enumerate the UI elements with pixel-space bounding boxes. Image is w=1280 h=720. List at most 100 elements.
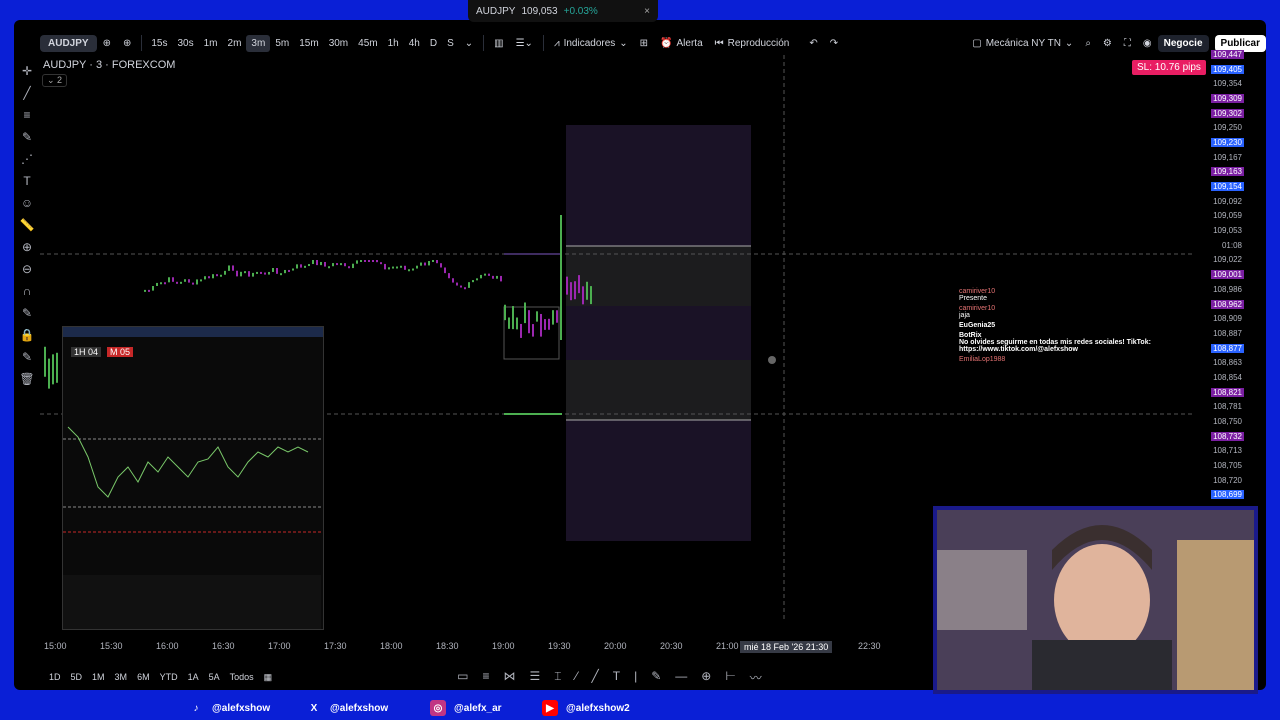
candle: [384, 263, 386, 270]
candle: [556, 310, 558, 323]
time-label: 19:00: [492, 641, 515, 651]
candle: [380, 262, 382, 265]
candle: [520, 323, 522, 338]
price-label: 108,863: [1213, 358, 1242, 368]
price-label: 109,154: [1211, 182, 1244, 192]
candle: [436, 260, 438, 264]
candle: [388, 267, 390, 270]
text-cursor-icon[interactable]: ⌶: [554, 669, 561, 686]
candle: [496, 275, 498, 279]
date-range-icon[interactable]: ▦: [259, 672, 278, 683]
fib-icon[interactable]: ≡: [483, 669, 490, 686]
target-icon[interactable]: ⊕: [701, 669, 711, 686]
candle: [196, 279, 198, 285]
text-icon[interactable]: T: [613, 669, 620, 686]
range-6m[interactable]: 6M: [132, 672, 155, 682]
candle: [566, 276, 568, 295]
candle: [540, 313, 542, 337]
tab-price: 109,053: [521, 5, 558, 17]
price-label: 109,354: [1213, 79, 1242, 89]
chat-user: camiriver10: [959, 305, 996, 312]
range-5d[interactable]: 5D: [66, 672, 88, 682]
path-icon[interactable]: ⁄: [575, 669, 577, 686]
tab-change: +0.03%: [563, 5, 598, 17]
candle: [328, 266, 330, 269]
price-label: 01:08: [1221, 240, 1242, 250]
path-icon[interactable]: 〰: [750, 669, 762, 686]
candle: [400, 265, 402, 268]
candle: [272, 267, 274, 272]
candle: [276, 267, 278, 274]
price-label: 109,022: [1213, 255, 1242, 265]
publish-button[interactable]: Publicar: [1214, 34, 1266, 52]
candle: [176, 281, 178, 284]
price-label: 108,705: [1213, 460, 1242, 470]
candle: [364, 260, 366, 262]
candle: [268, 271, 270, 275]
candle: [228, 265, 230, 271]
time-label: 19:30: [548, 641, 571, 651]
crosshair-date-label: mié 18 Feb '26 21:30: [740, 641, 833, 653]
range-ytd[interactable]: YTD: [155, 672, 183, 682]
instagram-icon: ◎: [430, 700, 446, 716]
price-label: 108,986: [1213, 284, 1242, 294]
range-1a[interactable]: 1A: [183, 672, 204, 682]
price-label: 108,854: [1213, 372, 1242, 382]
range-3m[interactable]: 3M: [110, 672, 133, 682]
candle: [324, 261, 326, 267]
long-position-icon[interactable]: ⊢: [725, 669, 735, 686]
time-label: 20:30: [660, 641, 683, 651]
candle: [524, 302, 526, 324]
time-label: 17:00: [268, 641, 291, 651]
range-all[interactable]: Todos: [225, 672, 259, 682]
candle: [586, 281, 588, 300]
range-5a[interactable]: 5A: [204, 672, 225, 682]
price-label: 109,250: [1213, 123, 1242, 133]
candle: [424, 262, 426, 266]
candle: [52, 354, 54, 385]
rectangle-icon[interactable]: ▭: [457, 669, 468, 686]
chat-user: EmiliaLop1988: [959, 356, 1006, 363]
candle: [312, 260, 314, 265]
price-label: 109,092: [1213, 196, 1242, 206]
candle: [180, 281, 182, 284]
candle: [412, 268, 414, 271]
browser-tab[interactable]: AUDJPY 109,053 +0.03% ×: [468, 0, 658, 22]
candle: [224, 270, 226, 275]
mini-window-header: [63, 327, 323, 337]
channel-icon[interactable]: ⋈: [504, 669, 516, 686]
candle: [164, 282, 166, 285]
streamer-silhouette: [937, 510, 1254, 690]
range-1m[interactable]: 1M: [87, 672, 110, 682]
mini-value-2: 05: [120, 347, 131, 357]
social-handle: @alefx_ar: [454, 702, 502, 714]
brush-icon[interactable]: ✎: [651, 669, 661, 686]
embedded-trading-window[interactable]: 1H 04 M 05: [62, 326, 324, 630]
horizontal-line-icon[interactable]: —: [675, 669, 687, 686]
candle: [172, 277, 174, 282]
trend-icon[interactable]: ╱: [592, 669, 599, 686]
social-bar: ♪ @alefxshow X @alefxshow ◎ @alefx_ar ▶ @ale…: [0, 696, 1280, 720]
range-1d[interactable]: 1D: [44, 672, 66, 682]
candle: [348, 266, 350, 269]
candle: [480, 274, 482, 279]
candle: [492, 275, 494, 279]
price-label: 108,962: [1211, 299, 1244, 309]
candle: [296, 264, 298, 269]
candle: [488, 273, 490, 276]
candle: [472, 280, 474, 283]
price-label: 108,821: [1211, 387, 1244, 397]
candle: [570, 282, 572, 301]
close-icon[interactable]: ×: [644, 6, 650, 17]
vertical-line-icon[interactable]: |: [634, 669, 637, 686]
chat-message: EuGenia25: [959, 322, 1189, 329]
lines-icon[interactable]: ☰: [530, 669, 541, 686]
social-handle: @alefxshow2: [566, 702, 630, 714]
candle: [548, 318, 550, 330]
candle: [168, 277, 170, 283]
price-label: 108,699: [1211, 490, 1244, 500]
time-label: 18:30: [436, 641, 459, 651]
price-label: 109,001: [1211, 270, 1244, 280]
mini-value-1: 04: [88, 347, 99, 357]
price-axis[interactable]: 109,447 109,405 109,354 109,309 109,302 109,2…: [1206, 50, 1246, 510]
